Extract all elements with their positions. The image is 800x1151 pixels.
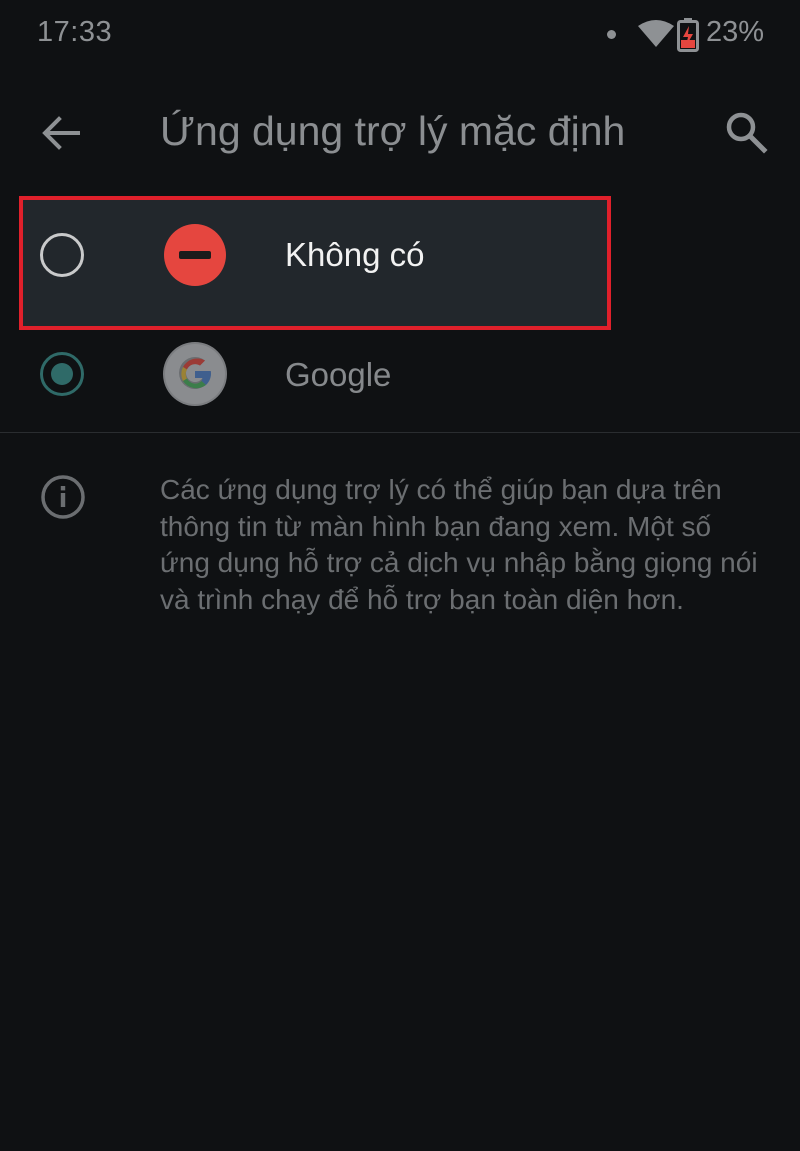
option-label-none: Không có — [285, 236, 425, 273]
battery-charging-icon — [677, 18, 699, 57]
radio-google[interactable] — [40, 352, 84, 396]
minus-circle-icon — [164, 224, 226, 286]
wifi-icon — [638, 20, 674, 53]
info-icon — [40, 474, 86, 525]
divider — [0, 432, 800, 433]
notification-dot-icon — [607, 30, 616, 39]
battery-percent: 23% — [706, 16, 765, 48]
google-g-icon — [162, 341, 228, 412]
app-bar: Ứng dụng trợ lý mặc định — [0, 90, 800, 176]
search-icon[interactable] — [724, 110, 768, 159]
status-bar: 17:33 23% — [0, 0, 800, 72]
option-label-google: Google — [285, 356, 392, 393]
page-title: Ứng dụng trợ lý mặc định — [160, 108, 626, 154]
arrow-left-icon[interactable] — [40, 112, 82, 159]
radio-none[interactable] — [40, 233, 84, 277]
option-none[interactable]: Không có — [0, 196, 800, 330]
option-google[interactable]: Google — [0, 316, 800, 434]
status-time: 17:33 — [37, 16, 113, 48]
info-description: Các ứng dụng trợ lý có thể giúp bạn dựa … — [160, 474, 758, 615]
